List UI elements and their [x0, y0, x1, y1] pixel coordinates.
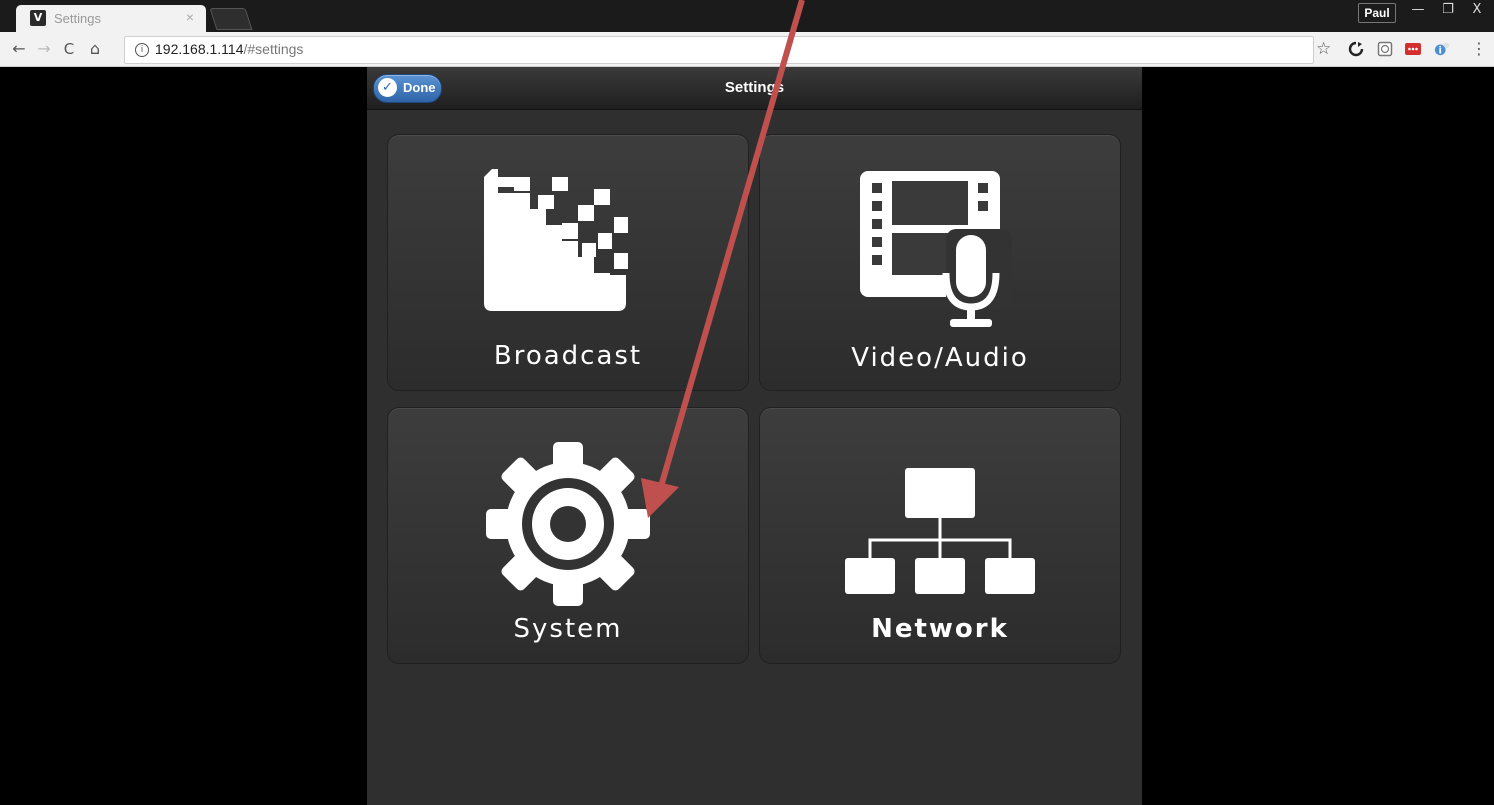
- network-label: Network: [871, 614, 1009, 644]
- broadcast-label: Broadcast: [493, 341, 643, 371]
- page-title: Settings: [724, 79, 785, 96]
- site-info-icon[interactable]: i: [135, 43, 149, 57]
- browser-tab[interactable]: V Settings ×: [16, 5, 206, 33]
- shield-extension-icon[interactable]: [1377, 41, 1393, 57]
- system-tile[interactable]: System: [387, 407, 749, 664]
- bookmark-star-icon[interactable]: ☆: [1316, 38, 1331, 60]
- browser-title-bar: V Settings × Paul — ❐ X: [0, 0, 1494, 33]
- back-button[interactable]: ←: [8, 38, 30, 60]
- address-bar[interactable]: i 192.168.1.114/#settings: [124, 36, 1314, 64]
- network-tile[interactable]: Network: [759, 407, 1121, 664]
- restore-button[interactable]: ❐: [1433, 0, 1463, 20]
- system-label: System: [513, 614, 623, 644]
- site-favicon-icon: V: [30, 10, 46, 26]
- reload-button[interactable]: C: [58, 38, 80, 60]
- menu-kebab-icon[interactable]: ⋮: [1468, 38, 1490, 60]
- profile-button[interactable]: Paul: [1358, 3, 1396, 23]
- video-audio-tile[interactable]: Video/Audio: [759, 134, 1121, 391]
- info-extension-icon[interactable]: [1434, 41, 1450, 57]
- url-text: 192.168.1.114/#settings: [155, 41, 303, 57]
- video-audio-label: Video/Audio: [851, 343, 1029, 373]
- new-tab-button[interactable]: [209, 8, 253, 30]
- password-manager-icon[interactable]: [1405, 41, 1421, 57]
- close-window-button[interactable]: X: [1462, 0, 1492, 20]
- browser-toolbar: ← → C ⌂ i 192.168.1.114/#settings ☆ ⋮: [0, 32, 1494, 67]
- web-viewport: ✓ Done Settings Broadcast Video/Audio Sy…: [0, 67, 1494, 805]
- forward-button[interactable]: →: [33, 38, 55, 60]
- settings-app: ✓ Done Settings Broadcast Video/Audio Sy…: [367, 67, 1142, 805]
- tab-title: Settings: [54, 11, 101, 26]
- tab-close-icon[interactable]: ×: [186, 9, 194, 25]
- url-path: /#settings: [243, 41, 304, 57]
- home-button[interactable]: ⌂: [84, 38, 106, 60]
- app-header: ✓ Done Settings: [367, 67, 1142, 110]
- broadcast-tile[interactable]: Broadcast: [387, 134, 749, 391]
- sync-extension-icon[interactable]: [1348, 41, 1364, 57]
- minimize-button[interactable]: —: [1403, 0, 1433, 20]
- url-host: 192.168.1.114: [155, 41, 244, 57]
